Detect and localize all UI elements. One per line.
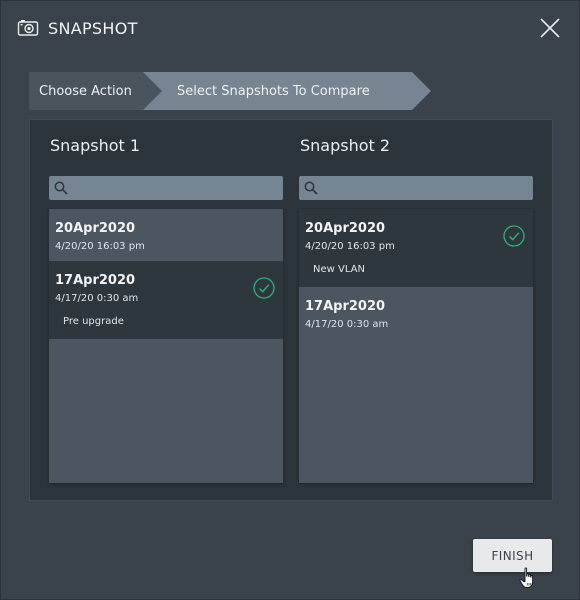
step-select-snapshots[interactable]: Select Snapshots To Compare — [143, 72, 431, 110]
snapshot-date: 4/20/20 16:03 pm — [305, 241, 395, 252]
hand-pointer-cursor-icon — [519, 567, 534, 588]
snapshot-name: 17Apr2020 — [55, 273, 136, 288]
snapshot-dialog: SNAPSHOT Choose Action Select Snapshots … — [0, 0, 580, 600]
snapshot-list: 20Apr2020 4/20/20 16:03 pm 17Apr2020 4/1… — [49, 209, 283, 483]
search-input[interactable] — [299, 176, 533, 200]
snapshot-selection-panel: Snapshot 1 20Apr2020 4/20/20 16:03 pm 17… — [29, 119, 553, 501]
finish-button-label: FINISH — [491, 548, 534, 563]
list-item[interactable]: 20Apr2020 4/20/20 16:03 pm New VLAN — [299, 209, 533, 287]
search-icon — [54, 181, 68, 195]
column-title: Snapshot 2 — [300, 136, 391, 155]
step-choose-action[interactable]: Choose Action — [29, 72, 169, 110]
snapshot-name: 20Apr2020 — [305, 221, 386, 236]
close-icon[interactable] — [539, 17, 561, 39]
snapshot-name: 20Apr2020 — [55, 221, 136, 236]
list-item[interactable]: 17Apr2020 4/17/20 0:30 am — [299, 287, 533, 339]
list-item[interactable]: 17Apr2020 4/17/20 0:30 am Pre upgrade — [49, 261, 283, 339]
step-label: Choose Action — [39, 83, 132, 99]
snapshot-list: 20Apr2020 4/20/20 16:03 pm New VLAN 17Ap… — [299, 209, 533, 483]
snapshot-date: 4/20/20 16:03 pm — [55, 241, 145, 252]
search-icon — [304, 181, 318, 195]
dialog-title: SNAPSHOT — [48, 18, 138, 38]
list-item[interactable]: 20Apr2020 4/20/20 16:03 pm — [49, 209, 283, 261]
snapshot-name: 17Apr2020 — [305, 299, 386, 314]
camera-icon — [17, 20, 39, 36]
finish-button[interactable]: FINISH — [473, 539, 552, 572]
column-title: Snapshot 1 — [50, 136, 141, 155]
step-label: Select Snapshots To Compare — [177, 83, 370, 99]
search-input[interactable] — [49, 176, 283, 200]
snapshot-note: New VLAN — [313, 264, 365, 275]
check-circle-icon — [253, 277, 275, 299]
snapshot-note: Pre upgrade — [63, 316, 124, 327]
dialog-header: SNAPSHOT — [17, 13, 138, 43]
snapshot-date: 4/17/20 0:30 am — [55, 293, 139, 304]
snapshot-date: 4/17/20 0:30 am — [305, 319, 389, 330]
check-circle-icon — [503, 225, 525, 247]
